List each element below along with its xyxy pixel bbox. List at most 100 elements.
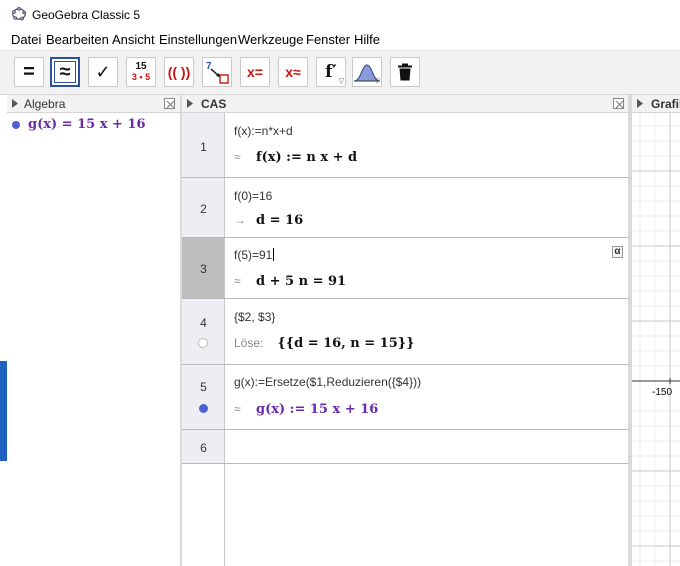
cas-row[interactable]: 1 f(x):=n*x+d ≈ f(x) := n x + d xyxy=(182,113,628,178)
numeric-tool-button[interactable]: ≈ xyxy=(50,57,80,87)
derivative-tool-button[interactable]: f′ ▽ xyxy=(316,57,346,87)
cas-row-header-filler xyxy=(182,464,225,566)
cas-input[interactable]: {$2, $3} xyxy=(234,310,275,324)
submenu-arrow-icon: ▽ xyxy=(338,78,344,85)
cas-row-number: 5 xyxy=(200,380,207,394)
close-algebra-icon[interactable] xyxy=(164,98,175,109)
close-cas-icon[interactable] xyxy=(613,98,624,109)
cas-row-header[interactable]: 3 xyxy=(182,238,225,298)
geogebra-logo-icon xyxy=(12,6,26,21)
left-edge xyxy=(0,95,7,566)
solve-icon: x= xyxy=(247,64,263,80)
parentheses-icon: (( )) xyxy=(167,64,191,80)
algebra-view: g(x) = 15 x + 16 xyxy=(7,113,180,566)
submenu-arrow-icon: ▽ xyxy=(374,78,380,85)
cas-input[interactable]: f(x):=n*x+d xyxy=(234,124,293,138)
cas-output: ≈ g(x) := 15 x + 16 xyxy=(234,402,378,417)
cas-row[interactable]: 5 g(x):=Ersetze($1,Reduzieren({$4})) ≈ g… xyxy=(182,365,628,430)
cas-row[interactable]: 3 f(5)=91 α ≈ d + 5 n = 91 xyxy=(182,238,628,299)
cas-row-header[interactable]: 5 xyxy=(182,365,225,429)
expand-triangle-icon[interactable] xyxy=(637,99,643,108)
cas-row[interactable]: 2 f(0)=16 → d = 16 xyxy=(182,178,628,238)
cas-view: 1 f(x):=n*x+d ≈ f(x) := n x + d 2 f(0)=1… xyxy=(182,113,630,566)
approx-icon: ≈ xyxy=(234,402,241,416)
cas-row-number: 6 xyxy=(200,441,207,455)
approx-icon: ≈ xyxy=(59,60,71,83)
solve-label: Löse: xyxy=(234,336,264,350)
cas-row-number: 4 xyxy=(200,316,207,330)
cas-row-number: 1 xyxy=(200,140,207,154)
keep-input-tool-button[interactable]: ✓ xyxy=(88,57,118,87)
menu-einstellungen[interactable]: Einstellungen xyxy=(159,32,237,47)
approx-icon: ≈ xyxy=(234,274,241,288)
cas-row-number: 2 xyxy=(200,202,207,216)
algebra-item[interactable]: g(x) = 15 x + 16 xyxy=(7,115,180,135)
solve-numerically-tool-button[interactable]: x≈ xyxy=(278,57,308,87)
graphics-view-title: Grafik xyxy=(651,97,680,111)
cas-row-header[interactable]: 6 xyxy=(182,430,225,463)
expand-triangle-icon[interactable] xyxy=(187,99,193,108)
cas-output: Löse: {{d = 16, n = 15}} xyxy=(234,336,414,351)
alpha-keyboard-button[interactable]: α xyxy=(612,246,623,258)
cas-output-value: f(x) := n x + d xyxy=(256,150,358,165)
algebra-view-title: Algebra xyxy=(24,97,66,111)
cas-input-text[interactable]: f(5)=91 xyxy=(234,248,272,262)
algebra-view-header[interactable]: Algebra xyxy=(7,95,180,113)
cas-input[interactable]: g(x):=Ersetze($1,Reduzieren({$4})) xyxy=(234,375,421,389)
graphics-view[interactable]: -150 xyxy=(632,113,680,566)
cas-output-value: d + 5 n = 91 xyxy=(256,274,347,289)
algebra-expression[interactable]: g(x) = 15 x + 16 xyxy=(28,117,146,132)
menu-werkzeuge[interactable]: Werkzeuge xyxy=(238,32,304,47)
cas-row-header[interactable]: 1 xyxy=(182,113,225,177)
trash-icon xyxy=(398,63,412,81)
expand-tool-button[interactable]: (( )) xyxy=(164,57,194,87)
visibility-toggle[interactable] xyxy=(12,121,20,129)
cas-output-value: {{d = 16, n = 15}} xyxy=(277,336,415,351)
expand-triangle-icon[interactable] xyxy=(12,99,18,108)
cas-input[interactable]: f(5)=91 xyxy=(234,248,275,262)
cas-output: ≈ f(x) := n x + d xyxy=(234,150,357,165)
visibility-toggle-on[interactable] xyxy=(199,404,208,413)
graphics-view-header[interactable]: Grafik xyxy=(632,95,680,113)
coordinate-grid xyxy=(632,113,680,566)
title-bar: GeoGebra Classic 5 xyxy=(0,0,680,28)
cas-view-title: CAS xyxy=(201,97,227,111)
evaluate-tool-button[interactable]: = xyxy=(14,57,44,87)
cas-output-value: d = 16 xyxy=(256,213,304,228)
solve-tool-button[interactable]: x= xyxy=(240,57,270,87)
x-axis-tick-label: -150 xyxy=(652,387,673,398)
menu-bearbeiten[interactable]: Bearbeiten xyxy=(46,32,109,47)
cas-row[interactable]: 4 {$2, $3} Löse: {{d = 16, n = 15}} xyxy=(182,299,628,365)
probability-tool-button[interactable]: ▽ xyxy=(352,57,382,87)
factor-tool-button[interactable]: 15 3 • 5 xyxy=(126,57,156,87)
cas-toolbar: = ≈ ✓ 15 3 • 5 (( )) 7 x= x≈ f′ ▽ ▽ xyxy=(0,51,680,95)
arrow-right-icon: → xyxy=(234,213,246,227)
cas-view-header[interactable]: CAS xyxy=(182,95,630,113)
equals-icon: = xyxy=(23,60,35,83)
text-cursor xyxy=(273,248,275,261)
solve-numeric-icon: x≈ xyxy=(285,64,301,80)
visibility-toggle-off[interactable] xyxy=(198,338,208,348)
menu-fenster[interactable]: Fenster xyxy=(306,32,350,47)
cas-output: ≈ d + 5 n = 91 xyxy=(234,274,346,289)
cas-row-header[interactable]: 2 xyxy=(182,178,225,237)
cas-input[interactable]: f(0)=16 xyxy=(234,189,272,203)
cas-output-value: g(x) := 15 x + 16 xyxy=(256,402,379,417)
menu-datei[interactable]: Datei xyxy=(11,32,41,47)
derivative-icon: f′ xyxy=(325,62,337,82)
substitute-label: 7 xyxy=(206,61,212,72)
menu-bar: Datei Bearbeiten Ansicht Einstellungen W… xyxy=(0,28,680,51)
cas-row-header[interactable]: 4 xyxy=(182,299,225,364)
factor-top-label: 15 xyxy=(135,61,147,72)
left-edge-highlight xyxy=(0,361,7,461)
menu-hilfe[interactable]: Hilfe xyxy=(354,32,380,47)
checkmark-icon: ✓ xyxy=(95,61,111,82)
window-title: GeoGebra Classic 5 xyxy=(32,8,141,22)
delete-tool-button[interactable] xyxy=(390,57,420,87)
substitute-tool-button[interactable]: 7 xyxy=(202,57,232,87)
factor-bottom-label: 3 • 5 xyxy=(131,72,151,82)
cas-row[interactable]: 6 xyxy=(182,430,628,464)
substitute-icon: 7 xyxy=(206,61,229,84)
menu-ansicht[interactable]: Ansicht xyxy=(112,32,155,47)
cas-row-number: 3 xyxy=(200,262,207,276)
